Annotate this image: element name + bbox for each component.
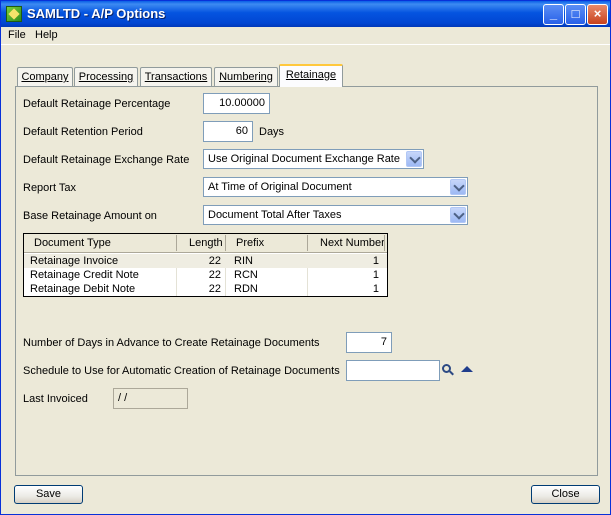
table-cell: 22 [208, 283, 221, 295]
menu-help[interactable]: Help [35, 29, 58, 41]
table-header: Document Type Length Prefix Next Number [24, 234, 387, 253]
column-header[interactable]: Next Number [320, 237, 385, 249]
exchange-rate-label: Default Retainage Exchange Rate [23, 154, 190, 166]
last-invoiced-label: Last Invoiced [23, 393, 88, 405]
table-cell: 22 [208, 269, 221, 281]
menu-bar: File Help [1, 27, 610, 45]
window-title: SAMLTD - A/P Options [27, 6, 166, 21]
table-row[interactable]: Retainage Invoice 22 RIN 1 [24, 254, 387, 268]
tab-transactions[interactable]: Transactions [140, 67, 212, 87]
table-cell: RDN [234, 283, 258, 295]
table-cell: 1 [372, 255, 379, 267]
table-cell: Retainage Invoice [30, 255, 119, 267]
tab-processing[interactable]: Processing [74, 67, 138, 87]
table-cell: 1 [372, 283, 379, 295]
column-header[interactable]: Prefix [236, 237, 264, 249]
save-button[interactable]: Save [14, 485, 83, 504]
retention-period-unit: Days [259, 126, 285, 138]
column-header[interactable]: Length [189, 237, 223, 249]
tab-company[interactable]: Company [17, 67, 73, 87]
close-window-button[interactable]: × [587, 4, 608, 25]
exchange-rate-select[interactable]: Use Original Document Exchange Rate [203, 149, 424, 169]
days-advance-label: Number of Days in Advance to Create Reta… [23, 337, 320, 349]
search-icon[interactable] [442, 364, 454, 376]
table-cell: 1 [372, 269, 379, 281]
table-row[interactable]: Retainage Credit Note 22 RCN 1 [24, 268, 387, 282]
app-icon [6, 6, 22, 22]
retention-period-input[interactable]: 60 [203, 121, 253, 142]
base-amount-value: Document Total After Taxes [208, 209, 342, 221]
retainage-pct-input[interactable]: 10.00000 [203, 93, 270, 114]
chevron-down-icon[interactable] [406, 151, 422, 167]
base-amount-select[interactable]: Document Total After Taxes [203, 205, 468, 225]
table-cell: 22 [208, 255, 221, 267]
base-amount-label: Base Retainage Amount on [23, 210, 157, 222]
tab-numbering[interactable]: Numbering [214, 67, 278, 87]
chevron-down-icon[interactable] [450, 179, 466, 195]
table-cell: Retainage Debit Note [30, 283, 136, 295]
table-cell: Retainage Credit Note [30, 269, 139, 281]
report-tax-label: Report Tax [23, 182, 76, 194]
maximize-button[interactable]: □ [565, 4, 586, 25]
exchange-rate-value: Use Original Document Exchange Rate [208, 153, 400, 165]
days-advance-input[interactable]: 7 [346, 332, 392, 353]
column-header[interactable]: Document Type [34, 237, 111, 249]
retention-period-label: Default Retention Period [23, 126, 143, 138]
table-cell: RCN [234, 269, 258, 281]
tab-retainage[interactable]: Retainage [279, 64, 343, 87]
title-bar[interactable]: SAMLTD - A/P Options _ □ × [1, 1, 610, 27]
minimize-button[interactable]: _ [543, 4, 564, 25]
report-tax-value: At Time of Original Document [208, 181, 352, 193]
document-type-table[interactable]: Document Type Length Prefix Next Number … [23, 233, 388, 297]
table-row[interactable]: Retainage Debit Note 22 RDN 1 [24, 282, 387, 296]
chevron-down-icon[interactable] [450, 207, 466, 223]
last-invoiced-value: / / [118, 392, 128, 404]
table-cell: RIN [234, 255, 253, 267]
close-button[interactable]: Close [531, 485, 600, 504]
last-invoiced-field: / / [113, 388, 188, 409]
zoom-up-icon[interactable] [461, 366, 473, 372]
ap-options-window: SAMLTD - A/P Options _ □ × File Help Com… [0, 0, 611, 515]
menu-file[interactable]: File [8, 29, 26, 41]
schedule-label: Schedule to Use for Automatic Creation o… [23, 365, 340, 377]
schedule-input[interactable] [346, 360, 440, 381]
report-tax-select[interactable]: At Time of Original Document [203, 177, 468, 197]
retainage-pct-label: Default Retainage Percentage [23, 98, 171, 110]
